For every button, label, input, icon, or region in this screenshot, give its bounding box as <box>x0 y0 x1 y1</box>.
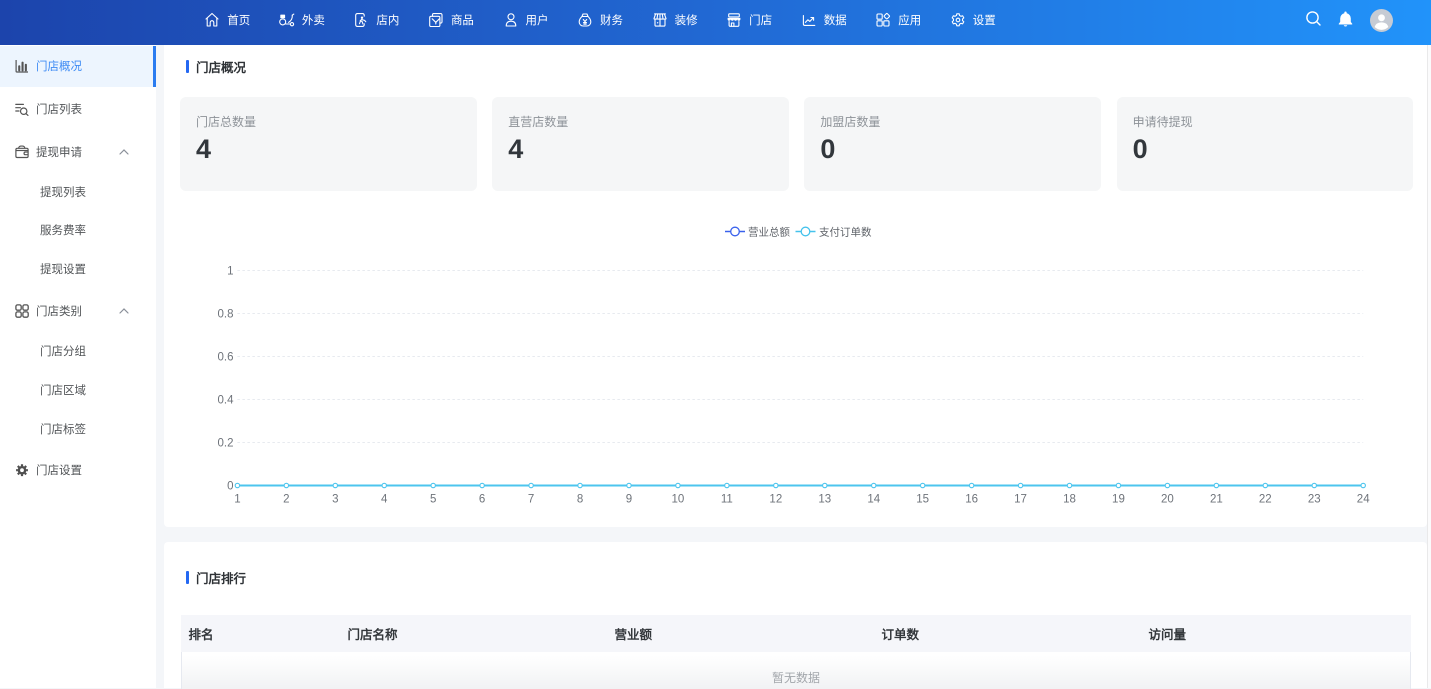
svg-text:8: 8 <box>577 494 583 506</box>
svg-text:2: 2 <box>283 494 289 506</box>
svg-text:4: 4 <box>381 494 388 506</box>
svg-text:7: 7 <box>528 494 534 506</box>
svg-text:9: 9 <box>626 494 632 506</box>
svg-text:1: 1 <box>234 494 240 506</box>
svg-text:20: 20 <box>1161 494 1174 506</box>
svg-text:12: 12 <box>769 494 782 506</box>
svg-text:5: 5 <box>430 494 436 506</box>
svg-text:支付订单数: 支付订单数 <box>819 226 872 239</box>
svg-text:22: 22 <box>1259 494 1272 506</box>
svg-text:6: 6 <box>479 494 485 506</box>
svg-text:0.6: 0.6 <box>218 352 234 364</box>
svg-text:21: 21 <box>1210 494 1223 506</box>
svg-text:10: 10 <box>672 494 685 506</box>
svg-text:3: 3 <box>332 494 338 506</box>
svg-text:23: 23 <box>1308 494 1321 506</box>
svg-text:24: 24 <box>1357 494 1370 506</box>
svg-text:0.4: 0.4 <box>218 395 235 407</box>
svg-text:0.2: 0.2 <box>218 438 234 450</box>
svg-text:18: 18 <box>1063 494 1076 506</box>
svg-text:14: 14 <box>867 494 880 506</box>
svg-text:15: 15 <box>916 494 929 506</box>
svg-text:0.8: 0.8 <box>218 309 234 321</box>
svg-text:13: 13 <box>818 494 831 506</box>
svg-text:17: 17 <box>1014 494 1027 506</box>
svg-text:1: 1 <box>227 266 233 278</box>
svg-text:16: 16 <box>965 494 978 506</box>
svg-text:营业总额: 营业总额 <box>748 226 790 239</box>
svg-text:11: 11 <box>721 494 733 506</box>
svg-text:19: 19 <box>1112 494 1125 506</box>
svg-text:0: 0 <box>227 481 233 493</box>
